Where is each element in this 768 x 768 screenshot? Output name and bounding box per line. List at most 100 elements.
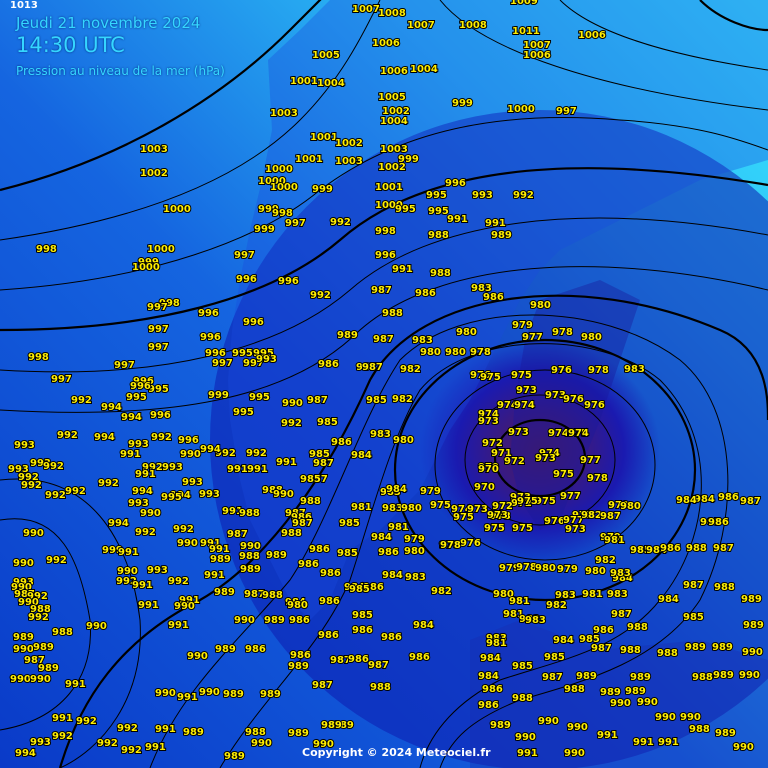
pressure-label: 989 xyxy=(33,642,54,653)
pressure-label: 985 xyxy=(337,548,358,559)
pressure-label: 988 xyxy=(281,528,302,539)
pressure-label: 989 xyxy=(215,644,236,655)
pressure-label: 990 xyxy=(655,712,676,723)
pressure-label: 991 xyxy=(276,457,297,468)
pressure-label: 982 xyxy=(581,510,602,521)
pressure-label: 990 xyxy=(180,449,201,460)
pressure-label: 990 xyxy=(680,712,701,723)
pressure-label: 987 xyxy=(313,458,334,469)
pressure-label: 992 xyxy=(173,524,194,535)
pressure-label: 990 xyxy=(30,674,51,685)
pressure-label: 989 xyxy=(266,550,287,561)
pressure-label: 990 xyxy=(273,489,294,500)
pressure-label: 992 xyxy=(28,612,49,623)
low-center-label: 970 xyxy=(478,464,499,475)
pressure-label: 986 xyxy=(318,359,339,370)
pressure-label: 980 xyxy=(581,332,602,343)
pressure-label: 985 xyxy=(349,584,370,595)
pressure-label: 989 xyxy=(685,642,706,653)
pressure-label: 1004 xyxy=(380,116,408,127)
pressure-label: 996 xyxy=(200,332,221,343)
pressure-label: 985 xyxy=(683,612,704,623)
pressure-label: 996 xyxy=(375,250,396,261)
pressure-label: 980 xyxy=(420,347,441,358)
pressure-label: 993 xyxy=(162,462,183,473)
pressure-label: 1006 xyxy=(380,66,408,77)
pressure-label: 990 xyxy=(174,601,195,612)
pressure-label: 992 xyxy=(121,745,142,756)
pressure-label: 978 xyxy=(552,327,573,338)
pressure-label: 990 xyxy=(187,651,208,662)
pressure-label: 998 xyxy=(36,244,57,255)
pressure-label: 999 xyxy=(312,184,333,195)
pressure-label: 999 xyxy=(208,390,229,401)
pressure-label: 983 xyxy=(624,364,645,375)
pressure-label: 1003 xyxy=(140,144,168,155)
pressure-label: 975 xyxy=(511,370,532,381)
pressure-label: 984 xyxy=(386,484,407,495)
pressure-label: 998 xyxy=(28,352,49,363)
pressure-label: 974 xyxy=(514,400,535,411)
pressure-label: 976 xyxy=(584,400,605,411)
pressure-label: 996 xyxy=(130,381,151,392)
pressure-label: 980 xyxy=(287,600,308,611)
pressure-label: 988 xyxy=(262,590,283,601)
pressure-label: 975 xyxy=(480,372,501,383)
pressure-label: 1000 xyxy=(163,204,191,215)
pressure-label: 975 xyxy=(430,500,451,511)
pressure-label: 989 xyxy=(210,554,231,565)
pressure-label: 991 xyxy=(135,469,156,480)
pressure-label: 988 xyxy=(564,684,585,695)
pressure-label: 1004 xyxy=(410,64,438,75)
pressure-label: 996 xyxy=(445,178,466,189)
pressure-label: 995 xyxy=(161,492,182,503)
pressure-label: 981 xyxy=(509,596,530,607)
pressure-label: 997 xyxy=(556,106,577,117)
pressure-label: 977 xyxy=(560,491,581,502)
pressure-label: 980 xyxy=(445,347,466,358)
pressure-label: 987 xyxy=(371,285,392,296)
pressure-label: 986 xyxy=(660,543,681,554)
pressure-label: 993 xyxy=(256,354,277,365)
pressure-label: 983 xyxy=(525,615,546,626)
pressure-label: 991 xyxy=(247,464,268,475)
pressure-label: 995 xyxy=(126,392,147,403)
pressure-label: 992 xyxy=(168,576,189,587)
pressure-label: 990 xyxy=(13,558,34,569)
pressure-label: 991 xyxy=(132,580,153,591)
pressure-label: 978 xyxy=(587,473,608,484)
pressure-label: 1006 xyxy=(523,50,551,61)
pressure-label: 988 xyxy=(239,508,260,519)
pressure-label: 992 xyxy=(57,430,78,441)
pressure-label: 988 xyxy=(686,543,707,554)
pressure-label: 988 xyxy=(300,496,321,507)
pressure-label: 987 xyxy=(227,529,248,540)
pressure-label: 987 xyxy=(368,660,389,671)
pressure-label: 992 xyxy=(46,555,67,566)
pressure-label: 990 xyxy=(13,644,34,655)
pressure-label: 997 xyxy=(234,250,255,261)
pressure-label: 984 xyxy=(371,532,392,543)
pressure-label: 975 xyxy=(535,496,556,507)
pressure-label: 1004 xyxy=(317,78,345,89)
pressure-label: 980 xyxy=(530,300,551,311)
pressure-label: 992 xyxy=(281,418,302,429)
pressure-label: 989 xyxy=(713,670,734,681)
pressure-label: 982 xyxy=(546,600,567,611)
pressure-label: 992 xyxy=(151,432,172,443)
pressure-label: 990 xyxy=(199,687,220,698)
corner-value: 1013 xyxy=(10,0,38,11)
pressure-label: 985 xyxy=(544,652,565,663)
pressure-label: 989 xyxy=(630,672,651,683)
pressure-label: 1001 xyxy=(290,76,318,87)
pressure-label: 987 xyxy=(740,496,761,507)
pressure-label: 986 xyxy=(378,547,399,558)
pressure-label: 979 xyxy=(512,320,533,331)
pressure-label: 982 xyxy=(400,364,421,375)
pressure-label: 995 xyxy=(148,384,169,395)
pressure-label: 984 xyxy=(480,653,501,664)
pressure-label: 984 xyxy=(658,594,679,605)
pressure-label: 989 xyxy=(288,728,309,739)
pressure-label: 978 xyxy=(470,347,491,358)
pressure-map: 1007 1008 1009 1011 1008 1007 1006 1006 1007 1006… xyxy=(0,0,768,768)
